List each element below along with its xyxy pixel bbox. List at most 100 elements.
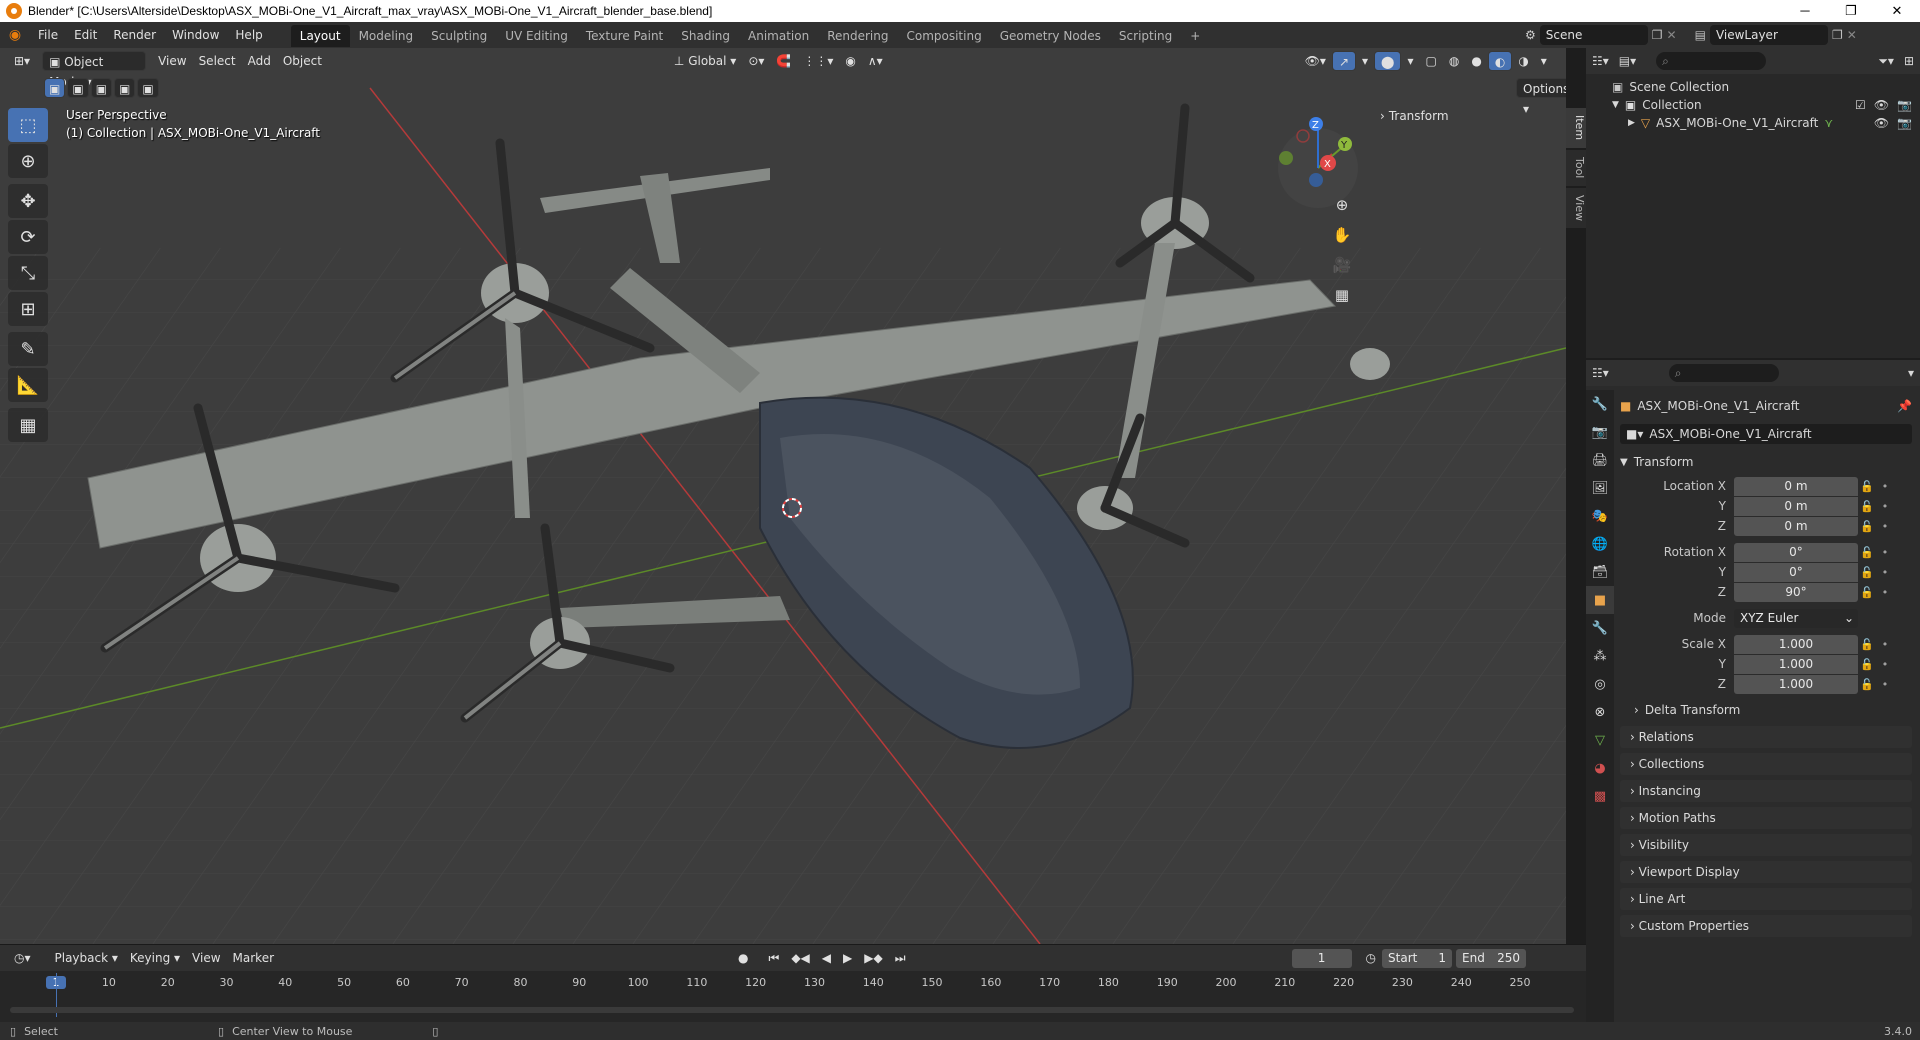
3d-viewport[interactable]: X Y Z ⊞▾ ▣ Object Mode ▾ View Select Add… xyxy=(0,48,1566,944)
minimize-button[interactable]: ─ xyxy=(1782,0,1828,22)
tab-shading[interactable]: Shading xyxy=(672,25,739,47)
output-tab-icon[interactable]: 🖨 xyxy=(1586,446,1614,474)
scale-tool-icon[interactable]: ⤡ xyxy=(8,256,48,290)
tab-modeling[interactable]: Modeling xyxy=(350,25,423,47)
lock-icon[interactable]: 🔓 xyxy=(1858,658,1876,671)
view-layer-tab-icon[interactable]: 🖼 xyxy=(1586,474,1614,502)
tab-uv-editing[interactable]: UV Editing xyxy=(496,25,577,47)
sidebar-tab-tool[interactable]: Tool xyxy=(1566,150,1586,186)
menu-render[interactable]: Render xyxy=(105,22,164,48)
measure-tool-icon[interactable]: 📐 xyxy=(8,368,48,402)
select-new-icon[interactable]: ▣ xyxy=(44,78,66,98)
timeline-menu-playback[interactable]: Playback ▾ xyxy=(49,948,124,968)
tool-tab-icon[interactable]: 🔧 xyxy=(1586,390,1614,418)
rendered-shading-icon[interactable]: ◑ xyxy=(1512,51,1534,71)
tab-rendering[interactable]: Rendering xyxy=(818,25,897,47)
new-scene-icon[interactable]: ❐ xyxy=(1652,28,1663,42)
material-shading-icon[interactable]: ◐ xyxy=(1487,51,1513,71)
ortho-toggle-icon[interactable]: ▦ xyxy=(1329,282,1355,308)
pin-icon[interactable]: 📌 xyxy=(1897,399,1912,413)
lock-icon[interactable]: 🔓 xyxy=(1858,520,1876,533)
select-invert-icon[interactable]: ▣ xyxy=(114,78,136,98)
snap-icon[interactable]: 🧲 xyxy=(770,51,797,71)
section-collections[interactable]: › Collections xyxy=(1620,753,1912,775)
tab-sculpting[interactable]: Sculpting xyxy=(422,25,496,47)
lock-icon[interactable]: 🔓 xyxy=(1858,586,1876,599)
new-viewlayer-icon[interactable]: ❐ xyxy=(1832,28,1843,42)
keyframe-dot-icon[interactable]: • xyxy=(1876,520,1894,533)
clock-icon[interactable]: ◷ xyxy=(1360,948,1382,968)
pivot-icon[interactable]: ⊙▾ xyxy=(742,51,770,71)
close-button[interactable]: ✕ xyxy=(1874,0,1920,22)
orientation-dropdown[interactable]: ⊥ Global ▾ xyxy=(668,51,742,71)
lock-icon[interactable]: 🔓 xyxy=(1858,566,1876,579)
keyframe-dot-icon[interactable]: • xyxy=(1876,658,1894,671)
object-mode-dropdown[interactable]: ▣ Object Mode ▾ xyxy=(42,51,147,89)
scene-field[interactable]: Scene xyxy=(1539,25,1648,45)
outliner-row-scene-collection[interactable]: ▣ Scene Collection xyxy=(1612,80,1729,94)
outliner-editor-icon[interactable]: ☷▾ xyxy=(1592,54,1609,68)
delete-viewlayer-icon[interactable]: ✕ xyxy=(1847,28,1857,42)
timeline-editor-icon[interactable]: ◷▾ xyxy=(8,948,37,968)
transform-header[interactable]: ▼ Transform xyxy=(1620,452,1912,472)
prev-keyframe-icon[interactable]: ◆◀ xyxy=(785,948,815,968)
section-viewport-display[interactable]: › Viewport Display xyxy=(1620,861,1912,883)
tab-texture-paint[interactable]: Texture Paint xyxy=(577,25,672,47)
expand-object-icon[interactable]: ▶ xyxy=(1628,118,1635,128)
scene-tab-icon[interactable]: 🎭 xyxy=(1586,502,1614,530)
lock-icon[interactable]: 🔓 xyxy=(1858,500,1876,513)
lock-icon[interactable]: 🔓 xyxy=(1858,638,1876,651)
location-x-field[interactable]: 0 m xyxy=(1734,476,1858,496)
select-intersect-icon[interactable]: ▣ xyxy=(137,78,159,98)
timeline-menu-keying[interactable]: Keying ▾ xyxy=(124,948,186,968)
expand-collection-icon[interactable]: ▼ xyxy=(1612,100,1619,110)
select-subtract-icon[interactable]: ▣ xyxy=(90,78,113,98)
camera-view-icon[interactable]: 🎥 xyxy=(1329,252,1355,278)
particles-tab-icon[interactable]: ⁂ xyxy=(1586,642,1614,670)
gizmo-toggle-icon[interactable]: ↗ xyxy=(1331,51,1357,71)
visibility-icon[interactable]: 👁▾ xyxy=(1299,51,1332,71)
blender-menu-icon[interactable]: ◉ xyxy=(0,27,30,43)
rotation-z-field[interactable]: 90° xyxy=(1734,582,1858,602)
display-mode-icon[interactable]: ▤▾ xyxy=(1619,54,1636,68)
select-box-tool-icon[interactable]: ⬚ xyxy=(8,108,48,142)
play-icon[interactable]: ▶ xyxy=(837,948,858,968)
keyframe-dot-icon[interactable]: • xyxy=(1876,678,1894,691)
properties-options-icon[interactable]: ▾ xyxy=(1908,366,1914,380)
sidebar-tab-view[interactable]: View xyxy=(1566,188,1586,228)
menu-file[interactable]: File xyxy=(30,22,66,48)
add-workspace-button[interactable]: + xyxy=(1181,25,1209,47)
delta-transform-header[interactable]: › Delta Transform xyxy=(1620,700,1912,720)
collection-checkbox-icon[interactable]: ☑ xyxy=(1855,98,1866,112)
physics-tab-icon[interactable]: ◎ xyxy=(1586,670,1614,698)
solid-shading-icon[interactable]: ● xyxy=(1465,51,1487,71)
keyframe-dot-icon[interactable]: • xyxy=(1876,586,1894,599)
move-tool-icon[interactable]: ✥ xyxy=(8,184,48,218)
record-icon[interactable]: ● xyxy=(732,948,754,968)
outliner-row-collection[interactable]: ▼ ▣ Collection ☑ 👁 📷 xyxy=(1612,98,1912,112)
jump-end-icon[interactable]: ⏭ xyxy=(889,948,912,968)
proportional-edit-icon[interactable]: ◉ xyxy=(839,51,861,71)
annotate-tool-icon[interactable]: ✎ xyxy=(8,332,48,366)
xray-icon[interactable]: ▢ xyxy=(1420,51,1443,71)
keyframe-dot-icon[interactable]: • xyxy=(1876,566,1894,579)
options-button[interactable]: Options ▾ xyxy=(1516,78,1566,116)
new-collection-icon[interactable]: ⊞ xyxy=(1904,54,1914,68)
rotation-y-field[interactable]: 0° xyxy=(1734,562,1858,582)
section-instancing[interactable]: › Instancing xyxy=(1620,780,1912,802)
end-frame-field[interactable]: End 250 xyxy=(1456,948,1527,968)
timeline-menu-view[interactable]: View xyxy=(186,948,226,968)
lock-icon[interactable]: 🔓 xyxy=(1858,480,1876,493)
sidebar-tab-item[interactable]: Item xyxy=(1566,108,1586,148)
overlays-dropdown-icon[interactable]: ▾ xyxy=(1401,51,1419,71)
keyframe-dot-icon[interactable]: • xyxy=(1876,546,1894,559)
pan-hand-icon[interactable]: ✋ xyxy=(1329,222,1355,248)
menu-edit[interactable]: Edit xyxy=(66,22,105,48)
tab-compositing[interactable]: Compositing xyxy=(897,25,990,47)
properties-search-input[interactable]: ⌕ xyxy=(1668,364,1779,382)
current-frame-field[interactable]: 1 xyxy=(1291,948,1352,968)
overlays-icon[interactable]: ⬤ xyxy=(1374,51,1402,71)
modifier-tab-icon[interactable]: 🔧 xyxy=(1586,614,1614,642)
zoom-icon[interactable]: ⊕ xyxy=(1329,192,1355,218)
scale-x-field[interactable]: 1.000 xyxy=(1734,634,1858,654)
